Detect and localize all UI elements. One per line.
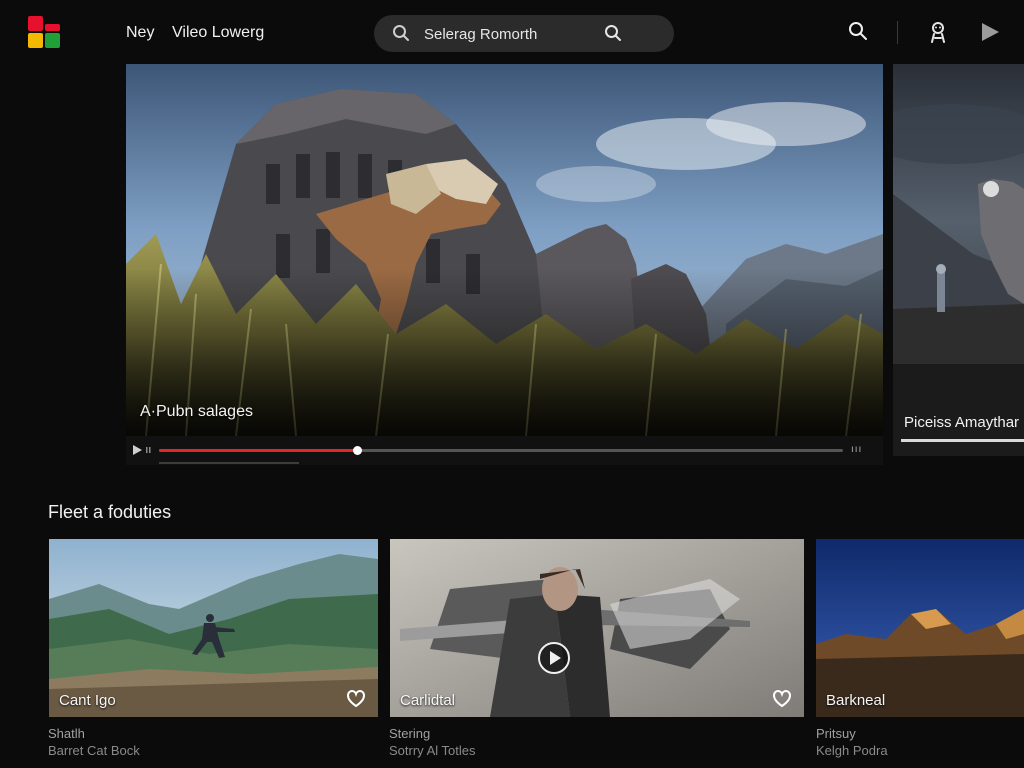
heart-icon[interactable] [772,690,792,708]
app-logo[interactable] [28,16,61,49]
card-title: Carlidtal [400,692,456,709]
play-icon[interactable] [980,21,1000,43]
logo-yellow-square [28,33,43,48]
card-meta-label: Stering [389,726,431,741]
card-thumbnail-image [49,539,378,717]
search-input[interactable] [422,23,596,45]
card-thumbnail-image [816,539,1024,717]
nav-link-home[interactable]: Ney [126,24,154,42]
progress-fill [159,449,358,452]
card-meta-subtitle: Kelgh Podra [816,743,888,758]
side-card-progress [901,439,1024,442]
card-thumbnail-image [390,539,804,717]
logo-green-square [45,33,60,48]
logo-red-bar [45,24,60,31]
card-title: Cant Igo [59,692,116,709]
card-meta-label: Shatlh [48,726,85,741]
progress-scrubber[interactable] [353,446,363,455]
card-meta-label: Pritsuy [816,726,856,741]
row-title: Fleet a foduties [48,502,172,522]
card-title: Barkneal [826,692,886,709]
divider [897,21,898,44]
buffer-bar [159,462,299,464]
search-icon[interactable] [848,21,868,41]
account-icon[interactable] [929,21,947,43]
nav-link-video-library[interactable]: Vileo Lowerg [172,24,264,42]
search-bar[interactable] [374,15,674,52]
hero-video-player[interactable]: A·Pubn salages ııı [126,64,883,465]
player-controls: ııı [126,436,883,465]
player-options-icon[interactable]: ııı [851,444,862,455]
search-submit-icon[interactable] [604,24,622,42]
side-card-artwork-image [893,64,1024,456]
card-meta-subtitle: Sotrry Al Totles [389,743,476,758]
video-card[interactable]: Cant Igo [49,539,378,717]
video-card[interactable]: Carlidtal [390,539,804,717]
hero-title: A·Pubn salages [140,403,253,420]
card-meta-subtitle: Barret Cat Bock [48,743,140,758]
search-icon[interactable] [392,24,410,42]
video-card[interactable]: Barkneal [816,539,1024,717]
top-bar: Ney Vileo Lowerg [0,0,1024,64]
heart-icon[interactable] [346,690,366,708]
play-icon[interactable] [132,444,152,456]
play-circle-icon[interactable] [537,641,571,675]
hero-artwork-image [126,64,883,436]
side-card-title: Piceiss Amaythar [904,414,1020,431]
progress-track[interactable] [159,446,843,455]
side-featured-card[interactable]: Piceiss Amaythar [893,64,1024,456]
logo-red-square [28,16,43,31]
